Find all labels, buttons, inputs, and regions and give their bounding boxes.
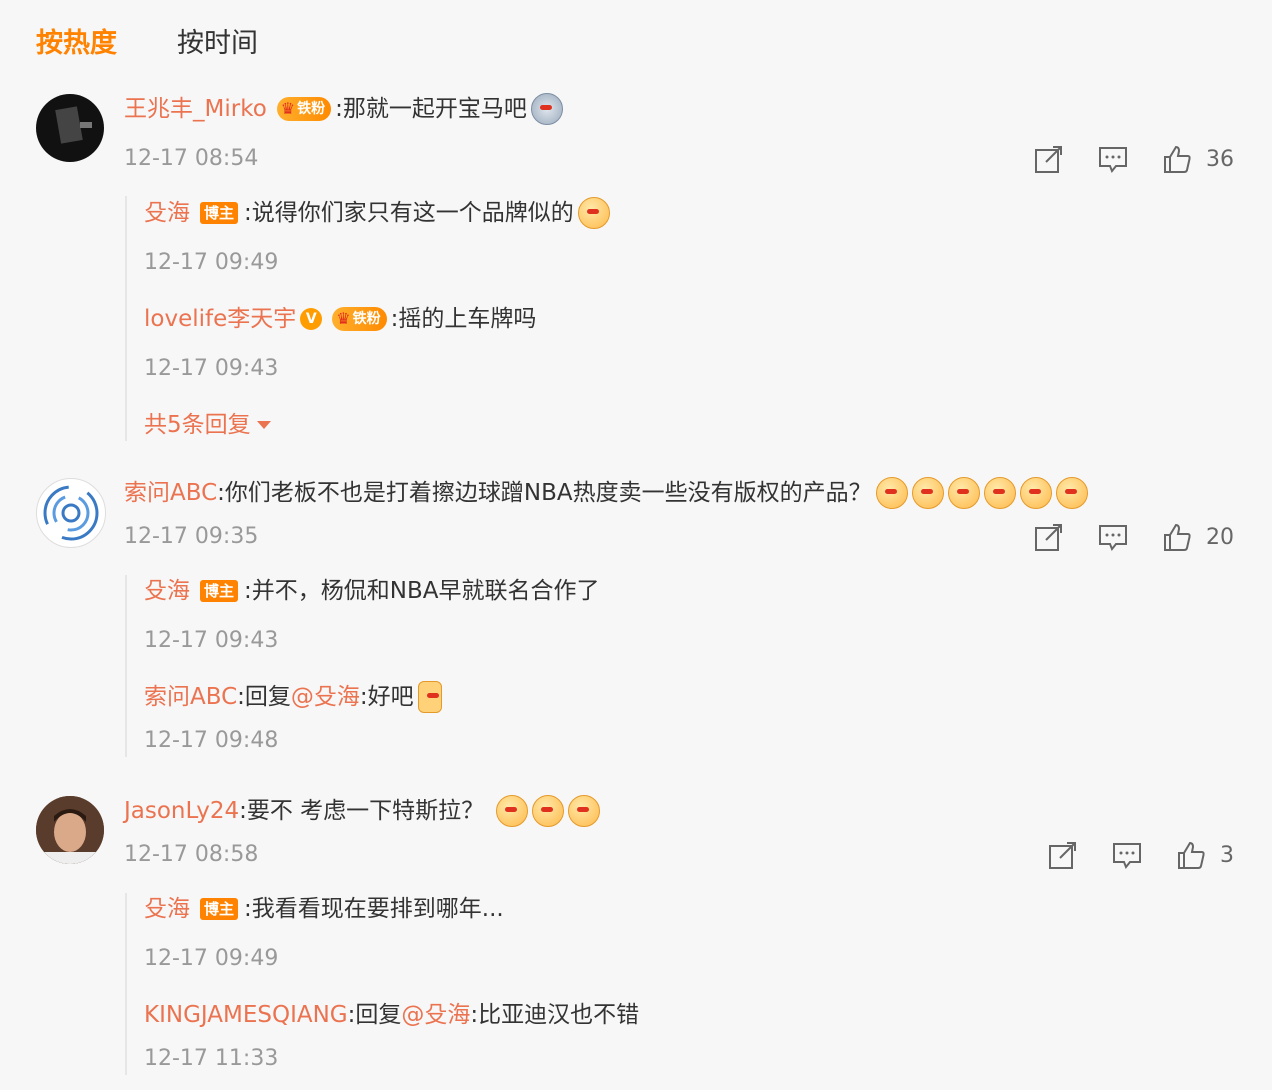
comment-actions: 3 <box>1048 840 1234 870</box>
comment-username[interactable]: 王兆丰_Mirko <box>124 93 267 125</box>
emoji-icon <box>1019 477 1052 509</box>
like-button[interactable]: 3 <box>1176 840 1234 870</box>
emoji-icon <box>875 477 908 509</box>
comment-username[interactable]: JasonLy24 <box>124 795 239 827</box>
reply-divider <box>125 893 127 1075</box>
emoji-icon <box>911 477 944 509</box>
mention-link[interactable]: @殳海 <box>291 681 360 713</box>
emoji-icon <box>983 477 1016 509</box>
reply-username[interactable]: lovelife李天宇 <box>144 303 296 335</box>
reply-username[interactable]: 殳海 <box>144 197 190 229</box>
reply-line: lovelife李天宇 V ♛ 铁粉 :摇的上车牌吗 <box>144 303 536 335</box>
like-icon <box>1178 841 1205 869</box>
reply-line: 索问ABC :回复 @殳海 :好吧 <box>144 681 442 713</box>
like-count: 20 <box>1206 524 1234 550</box>
tab-hot[interactable]: 按热度 <box>36 24 117 64</box>
reply-time: 12-17 09:43 <box>144 356 279 381</box>
reply-divider <box>125 575 127 757</box>
share-icon[interactable] <box>1034 144 1064 174</box>
sort-tabs: 按热度 按时间 <box>36 24 258 64</box>
comment-icon[interactable] <box>1098 144 1128 174</box>
author-badge: 博主 <box>200 898 239 920</box>
reply-text: :我看看现在要排到哪年... <box>244 896 504 922</box>
emoji-icon <box>568 795 601 827</box>
reply-username[interactable]: 殳海 <box>144 893 190 925</box>
comment-icon[interactable] <box>1112 840 1142 870</box>
author-badge: 博主 <box>200 580 239 602</box>
reply-time: 12-17 09:49 <box>144 946 279 971</box>
reply-time: 12-17 09:48 <box>144 728 279 753</box>
reply-username[interactable]: 索问ABC <box>144 681 237 713</box>
reply-time: 12-17 09:49 <box>144 250 279 275</box>
emoji-icon <box>577 197 610 229</box>
reply-username[interactable]: 殳海 <box>144 575 190 607</box>
avatar[interactable] <box>36 94 104 162</box>
caret-down-icon <box>256 421 271 429</box>
reply-prefix: :回复 <box>347 1002 402 1028</box>
reply-text: :说得你们家只有这一个品牌似的 <box>244 200 574 226</box>
comment-actions: 36 <box>1034 144 1234 174</box>
share-icon[interactable] <box>1048 840 1078 870</box>
crown-icon: ♛ <box>336 309 351 328</box>
fan-badge-label: 铁粉 <box>352 311 381 327</box>
emoji-icon <box>947 477 980 509</box>
reply-text: :并不，杨侃和NBA早就联名合作了 <box>244 578 600 604</box>
tab-time[interactable]: 按时间 <box>177 24 258 64</box>
fan-badge-label: 铁粉 <box>297 101 326 117</box>
reply-time: 12-17 09:43 <box>144 628 279 653</box>
like-count: 36 <box>1206 146 1234 172</box>
comment-text: :那就一起开宝马吧 <box>335 96 527 122</box>
mention-link[interactable]: @殳海 <box>401 999 470 1031</box>
avatar[interactable] <box>36 796 104 864</box>
reply-line: KINGJAMESQIANG :回复 @殳海 :比亚迪汉也不错 <box>144 999 639 1031</box>
comment-text: :要不 考虑一下特斯拉？ <box>239 798 485 824</box>
comment-text: :你们老板不也是打着擦边球蹭NBA热度卖一些没有版权的产品？ <box>217 480 872 506</box>
comment-line: 索问ABC :你们老板不也是打着擦边球蹭NBA热度卖一些没有版权的产品？ <box>124 477 1088 509</box>
comment-actions: 20 <box>1034 522 1234 552</box>
more-replies-link[interactable]: 共5条回复 <box>144 409 271 441</box>
emoji-icon <box>496 795 529 827</box>
like-icon <box>1164 145 1191 173</box>
emoji-icon <box>532 795 565 827</box>
comment-icon[interactable] <box>1098 522 1128 552</box>
reply-text: :比亚迪汉也不错 <box>470 1002 640 1028</box>
fan-badge: ♛ 铁粉 <box>276 97 332 121</box>
author-badge: 博主 <box>200 202 239 224</box>
share-icon[interactable] <box>1034 522 1064 552</box>
emoji-icon <box>1055 477 1088 509</box>
reply-prefix: :回复 <box>237 684 291 710</box>
avatar[interactable] <box>36 478 106 548</box>
reply-username[interactable]: KINGJAMESQIANG <box>144 999 348 1031</box>
reply-line: 殳海 博主 :我看看现在要排到哪年... <box>144 893 504 925</box>
comment-line: JasonLy24 :要不 考虑一下特斯拉？ <box>124 795 601 827</box>
verified-icon: V <box>300 308 323 330</box>
thumbs-up-emoji-icon <box>417 681 442 713</box>
like-icon <box>1164 523 1191 551</box>
like-button[interactable]: 20 <box>1162 522 1234 552</box>
crown-icon: ♛ <box>280 99 296 118</box>
reply-line: 殳海 博主 :并不，杨侃和NBA早就联名合作了 <box>144 575 599 607</box>
reply-divider <box>125 196 127 441</box>
reply-text: :好吧 <box>359 684 414 710</box>
comment-time: 12-17 09:35 <box>124 524 259 549</box>
comment-time: 12-17 08:54 <box>124 146 259 171</box>
reply-text: :摇的上车牌吗 <box>390 306 537 332</box>
like-button[interactable]: 36 <box>1162 144 1234 174</box>
reply-time: 12-17 11:33 <box>144 1046 279 1071</box>
like-count: 3 <box>1220 842 1234 868</box>
comment-time: 12-17 08:58 <box>124 842 259 867</box>
comment-line: 王兆丰_Mirko ♛ 铁粉 :那就一起开宝马吧 <box>124 93 563 125</box>
reply-line: 殳海 博主 :说得你们家只有这一个品牌似的 <box>144 197 610 229</box>
comment-username[interactable]: 索问ABC <box>124 477 217 509</box>
fan-badge: ♛ 铁粉 <box>332 307 387 331</box>
more-replies-label: 共5条回复 <box>144 412 251 438</box>
emoji-icon <box>530 93 563 125</box>
